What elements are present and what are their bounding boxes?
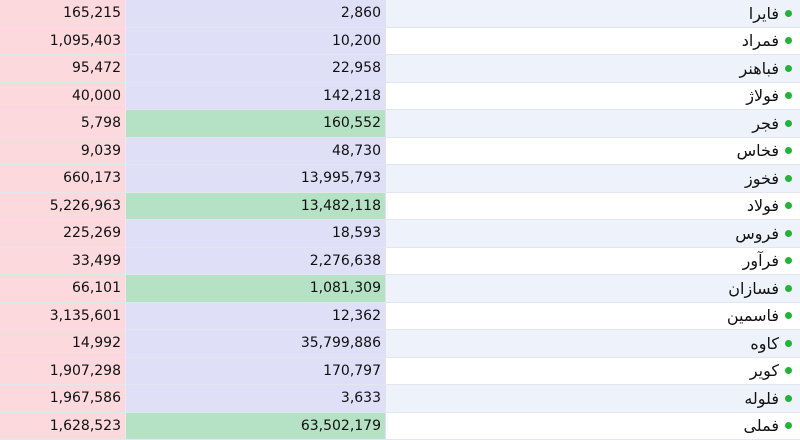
symbol-cell[interactable]: کویر — [386, 357, 800, 384]
status-dot-icon — [785, 339, 792, 347]
status-dot-icon — [785, 394, 792, 402]
table-row[interactable]: 660,173 13,995,793 فخوز — [0, 165, 800, 193]
status-dot-icon — [785, 229, 792, 237]
value-cell: 9,039 — [0, 137, 126, 164]
symbol-name[interactable]: فروس — [735, 224, 779, 243]
symbol-cell[interactable]: فلوله — [386, 385, 800, 412]
volume-cell: 22,958 — [126, 55, 386, 82]
volume-cell: 2,860 — [126, 0, 386, 27]
symbol-name[interactable]: فخاس — [737, 141, 779, 160]
table-row[interactable]: 95,472 22,958 فباهنر — [0, 55, 800, 83]
status-dot-icon — [785, 367, 792, 375]
volume-cell: 48,730 — [126, 137, 386, 164]
value-cell: 660,173 — [0, 165, 126, 192]
symbol-cell[interactable]: فولاژ — [386, 82, 800, 109]
symbol-cell[interactable]: کاوه — [386, 330, 800, 357]
volume-cell: 160,552 — [126, 110, 386, 137]
status-dot-icon — [785, 147, 792, 155]
symbol-cell[interactable]: فملی — [386, 412, 800, 439]
table-row[interactable]: 40,000 142,218 فولاژ — [0, 82, 800, 110]
symbol-name[interactable]: فسازان — [728, 279, 779, 298]
value-cell: 14,992 — [0, 330, 126, 357]
volume-cell: 142,218 — [126, 82, 386, 109]
symbol-cell[interactable]: فسازان — [386, 275, 800, 302]
value-cell: 95,472 — [0, 55, 126, 82]
volume-cell: 13,995,793 — [126, 165, 386, 192]
stock-table: 165,215 2,860 فایرا 1,095,403 10,200 فمراد 95,… — [0, 0, 800, 440]
status-dot-icon — [785, 64, 792, 72]
table-row[interactable]: 1,967,586 3,633 فلوله — [0, 385, 800, 413]
symbol-cell[interactable]: فایرا — [386, 0, 800, 27]
status-dot-icon — [785, 174, 792, 182]
table-row[interactable]: 9,039 48,730 فخاس — [0, 137, 800, 165]
value-cell: 5,798 — [0, 110, 126, 137]
volume-cell: 1,081,309 — [126, 275, 386, 302]
volume-cell: 12,362 — [126, 302, 386, 329]
table-row[interactable]: 33,499 2,276,638 فرآور — [0, 247, 800, 275]
table-row[interactable]: 1,095,403 10,200 فمراد — [0, 27, 800, 55]
symbol-name[interactable]: فولاژ — [746, 86, 779, 105]
table-row[interactable]: 5,226,963 13,482,118 فولاد — [0, 192, 800, 220]
value-cell: 1,907,298 — [0, 357, 126, 384]
symbol-name[interactable]: فمراد — [742, 31, 779, 50]
volume-cell: 13,482,118 — [126, 192, 386, 219]
status-dot-icon — [785, 92, 792, 100]
symbol-cell[interactable]: فاسمین — [386, 302, 800, 329]
symbol-cell[interactable]: فخاس — [386, 137, 800, 164]
volume-cell: 35,799,886 — [126, 330, 386, 357]
symbol-name[interactable]: فایرا — [749, 4, 779, 23]
value-cell: 225,269 — [0, 220, 126, 247]
status-dot-icon — [785, 422, 792, 430]
symbol-name[interactable]: کویر — [750, 361, 779, 380]
table-row[interactable]: 165,215 2,860 فایرا — [0, 0, 800, 28]
symbol-cell[interactable]: فروس — [386, 220, 800, 247]
table-row[interactable]: 14,992 35,799,886 کاوه — [0, 330, 800, 358]
volume-cell: 3,633 — [126, 385, 386, 412]
table-row[interactable]: 225,269 18,593 فروس — [0, 220, 800, 248]
symbol-name[interactable]: فجر — [752, 114, 779, 133]
value-cell: 40,000 — [0, 82, 126, 109]
symbol-cell[interactable]: فولاد — [386, 192, 800, 219]
value-cell: 66,101 — [0, 275, 126, 302]
symbol-cell[interactable]: فباهنر — [386, 55, 800, 82]
symbol-name[interactable]: فباهنر — [740, 59, 779, 78]
symbol-name[interactable]: فرآور — [743, 251, 779, 270]
symbol-name[interactable]: فلوله — [744, 389, 779, 408]
value-cell: 1,628,523 — [0, 412, 126, 439]
status-dot-icon — [785, 37, 792, 45]
symbol-cell[interactable]: فجر — [386, 110, 800, 137]
symbol-name[interactable]: فاسمین — [727, 306, 779, 325]
value-cell: 165,215 — [0, 0, 126, 27]
value-cell: 1,095,403 — [0, 27, 126, 54]
table-row[interactable]: 3,135,601 12,362 فاسمین — [0, 302, 800, 330]
status-dot-icon — [785, 284, 792, 292]
symbol-cell[interactable]: فرآور — [386, 247, 800, 274]
table-row[interactable]: 1,628,523 63,502,179 فملی — [0, 412, 800, 440]
symbol-name[interactable]: کاوه — [750, 334, 779, 353]
status-dot-icon — [785, 119, 792, 127]
volume-cell: 18,593 — [126, 220, 386, 247]
value-cell: 5,226,963 — [0, 192, 126, 219]
table-row[interactable]: 66,101 1,081,309 فسازان — [0, 275, 800, 303]
volume-cell: 170,797 — [126, 357, 386, 384]
symbol-cell[interactable]: فمراد — [386, 27, 800, 54]
table-row[interactable]: 1,907,298 170,797 کویر — [0, 357, 800, 385]
volume-cell: 63,502,179 — [126, 412, 386, 439]
status-dot-icon — [785, 257, 792, 265]
value-cell: 1,967,586 — [0, 385, 126, 412]
symbol-cell[interactable]: فخوز — [386, 165, 800, 192]
symbol-name[interactable]: فملی — [743, 416, 779, 435]
value-cell: 33,499 — [0, 247, 126, 274]
status-dot-icon — [785, 202, 792, 210]
table-row[interactable]: 5,798 160,552 فجر — [0, 110, 800, 138]
volume-cell: 2,276,638 — [126, 247, 386, 274]
symbol-name[interactable]: فخوز — [745, 169, 779, 188]
status-dot-icon — [785, 9, 792, 17]
value-cell: 3,135,601 — [0, 302, 126, 329]
symbol-name[interactable]: فولاد — [747, 196, 779, 215]
volume-cell: 10,200 — [126, 27, 386, 54]
status-dot-icon — [785, 312, 792, 320]
